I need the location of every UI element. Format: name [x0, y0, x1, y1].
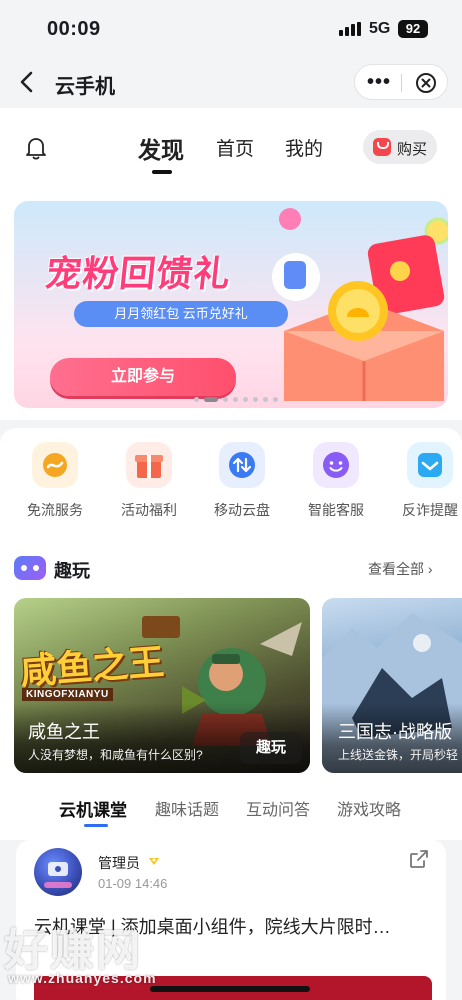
- pagination-dot-active: [204, 397, 218, 402]
- play-button[interactable]: 趣玩: [240, 732, 302, 764]
- banner-section: 宠粉回馈礼 月月领红包 云币兑好礼 立即参与: [0, 188, 462, 420]
- join-now-button[interactable]: 立即参与: [50, 358, 236, 396]
- pagination-dot: [263, 397, 268, 402]
- service-anti-fraud[interactable]: 反诈提醒: [390, 442, 462, 520]
- gift-box-illustration: [272, 208, 448, 401]
- shield-icon: [407, 442, 453, 488]
- post-timestamp: 01-09 14:46: [98, 876, 168, 891]
- service-label: 反诈提醒: [402, 502, 458, 518]
- game-description: 人没有梦想，和咸鱼有什么区别?: [28, 748, 203, 762]
- tab-fun-topics[interactable]: 趣味话题: [155, 796, 219, 820]
- game-logo-en: KINGOFXIANYU: [22, 688, 113, 701]
- subtab-active-indicator: [84, 824, 108, 827]
- post-card[interactable]: 管理员 01-09 14:46 云机课堂 | 添加桌面小组件，院线大片限时…: [16, 840, 446, 1000]
- game-controller-icon: [14, 556, 46, 580]
- service-shortcuts: 免流服务 活动福利 移动云盘 智能客服 反诈提醒: [0, 428, 462, 538]
- service-label: 活动福利: [121, 502, 177, 518]
- cloud-drive-icon: [219, 442, 265, 488]
- pagination-dot: [273, 397, 278, 402]
- tab-active-indicator: [152, 170, 172, 174]
- pagination-dot: [243, 397, 248, 402]
- tab-mine[interactable]: 我的: [285, 134, 323, 161]
- battery-icon: 92: [398, 20, 428, 38]
- post-title[interactable]: 云机课堂 | 添加桌面小组件，院线大片限时…: [34, 913, 391, 939]
- post-author[interactable]: 管理员: [98, 853, 140, 873]
- bell-icon[interactable]: [24, 135, 48, 161]
- pagination-dot: [233, 397, 238, 402]
- service-cloud-drive[interactable]: 移动云盘: [202, 442, 282, 520]
- buy-button-label: 购买: [397, 141, 428, 158]
- service-activity-benefits[interactable]: 活动福利: [109, 442, 189, 520]
- service-smart-support[interactable]: 智能客服: [296, 442, 376, 520]
- page-title: 云手机: [55, 76, 115, 98]
- banner-title: 宠粉回馈礼: [43, 253, 233, 294]
- service-label: 智能客服: [308, 502, 364, 518]
- service-label: 免流服务: [27, 502, 83, 518]
- buy-button[interactable]: 购买: [363, 130, 437, 164]
- share-icon[interactable]: [408, 848, 430, 870]
- home-indicator[interactable]: [150, 986, 310, 992]
- top-tab-bar: 发现 首页 我的 购买: [0, 108, 462, 188]
- community-tabs: 云机课堂 趣味话题 互动问答 游戏攻略: [0, 788, 462, 840]
- pagination-dot: [253, 397, 258, 402]
- flow-icon: [32, 442, 78, 488]
- tab-qa[interactable]: 互动问答: [246, 796, 310, 820]
- status-time: 00:09: [47, 18, 101, 40]
- service-free-traffic[interactable]: 免流服务: [15, 442, 95, 520]
- post-feed: 管理员 01-09 14:46 云机课堂 | 添加桌面小组件，院线大片限时…: [0, 840, 462, 1000]
- avatar[interactable]: [34, 848, 82, 896]
- capsule-divider: [401, 74, 402, 92]
- back-icon[interactable]: [16, 70, 38, 94]
- mini-program-capsule: •••: [354, 64, 448, 100]
- more-icon[interactable]: •••: [367, 72, 391, 92]
- promo-banner[interactable]: 宠粉回馈礼 月月领红包 云币兑好礼 立即参与: [14, 201, 448, 408]
- game-card[interactable]: 咸鱼之王 KINGOFXIANYU 咸鱼之王 人没有梦想，和咸鱼有什么区别? 趣…: [14, 598, 310, 773]
- tab-home[interactable]: 首页: [216, 134, 254, 161]
- tab-game-guides[interactable]: 游戏攻略: [337, 796, 401, 820]
- network-type: 5G: [369, 20, 391, 37]
- close-icon[interactable]: [415, 72, 437, 94]
- signal-icon: [339, 22, 363, 36]
- section-title: 趣玩: [54, 561, 90, 581]
- status-bar: 00:09 5G 92: [0, 0, 462, 58]
- game-name: 三国志·战略版: [338, 722, 452, 742]
- nav-bar: 云手机 •••: [0, 58, 462, 108]
- pagination-dot: [223, 397, 228, 402]
- shopping-bag-icon: [373, 138, 391, 156]
- tab-discover[interactable]: 发现: [138, 131, 184, 165]
- game-description: 上线送金铢，开局秒轻: [338, 748, 459, 762]
- pagination-dot: [194, 397, 199, 402]
- fun-section: 趣玩 查看全部 › 咸鱼之王 KINGOFXIANYU 咸鱼之王 人没有梦想，和…: [0, 538, 462, 788]
- tab-cloud-class[interactable]: 云机课堂: [59, 796, 127, 821]
- game-card[interactable]: 三国志·战略版 上线送金铢，开局秒轻: [322, 598, 462, 773]
- see-all-link[interactable]: 查看全部 ›: [368, 559, 433, 579]
- service-bot-icon: [313, 442, 359, 488]
- verified-icon: [149, 858, 159, 865]
- service-label: 移动云盘: [214, 502, 270, 518]
- gift-icon: [126, 442, 172, 488]
- game-name: 咸鱼之王: [28, 722, 100, 742]
